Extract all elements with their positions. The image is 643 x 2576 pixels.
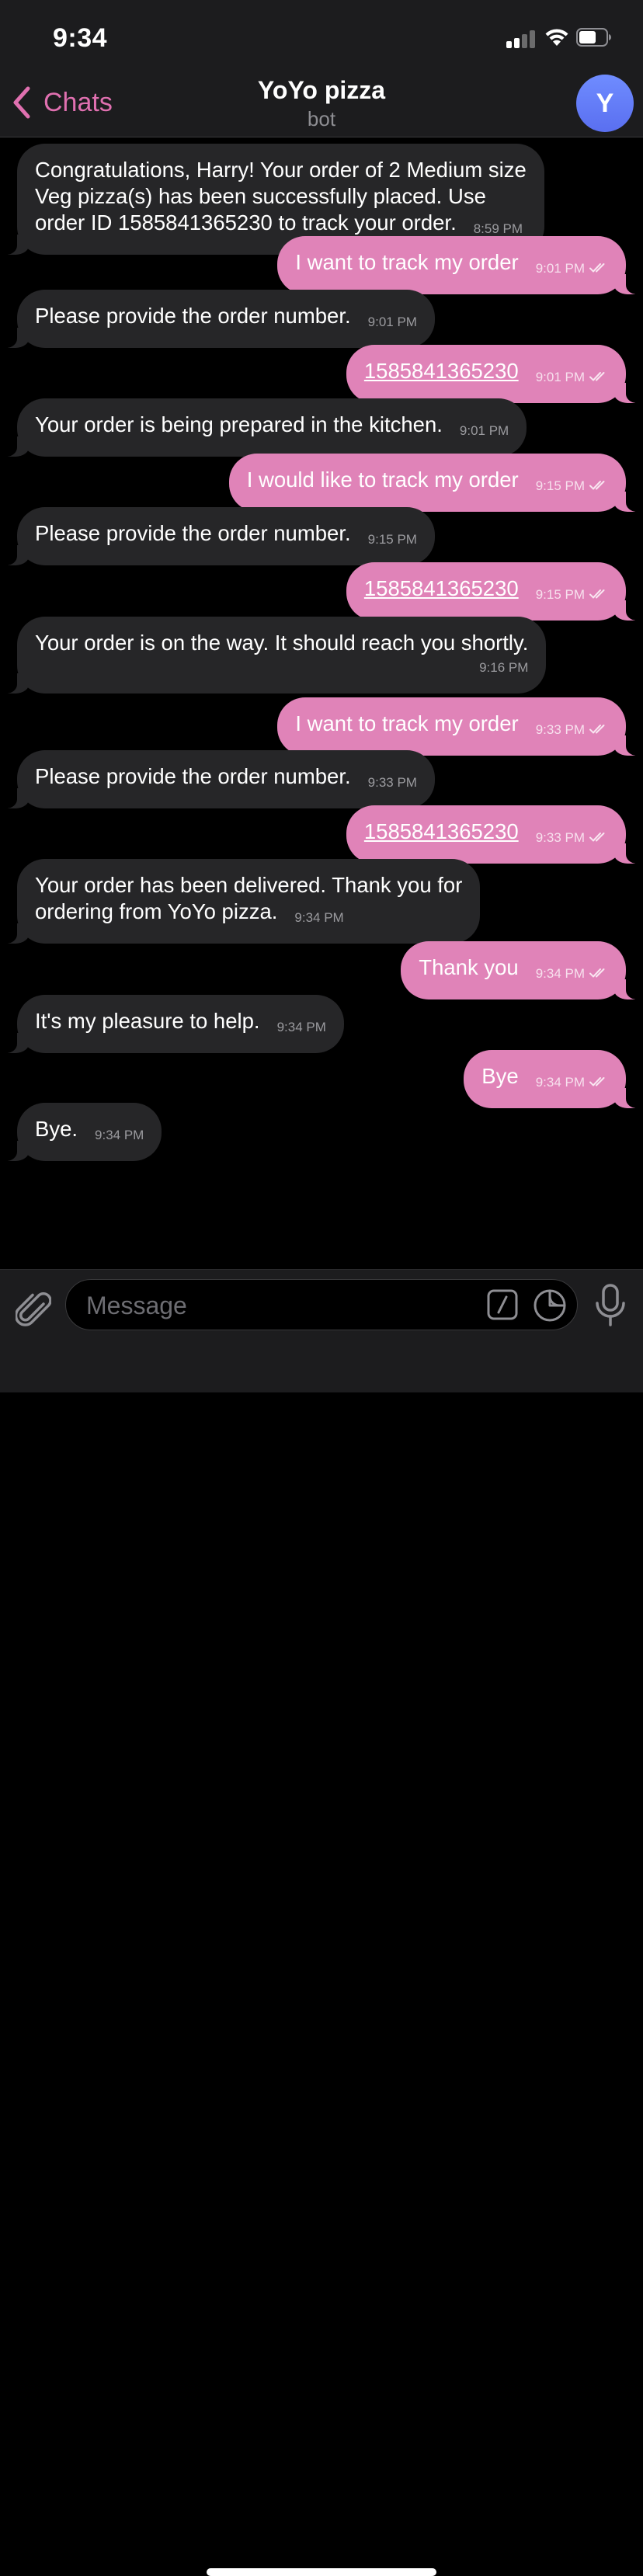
message-time-label: 8:59 PM [473,221,523,236]
message-text: Your order has been delivered. Thank you… [35,873,463,923]
status-bar: 9:34 [0,0,643,68]
incoming-message[interactable]: Please provide the order number. 9:15 PM [0,507,435,565]
message-time: 9:01 PM [536,364,608,391]
composer-bar [0,1269,643,2576]
incoming-message[interactable]: Your order has been delivered. Thank you… [0,859,481,944]
message-time-label: 9:34 PM [294,910,344,925]
message-text: Please provide the order number. [35,521,351,545]
bot-command-icon[interactable] [487,1289,518,1320]
message-field[interactable] [65,1279,578,1330]
outgoing-message[interactable]: 1585841365230 9:33 PM [346,805,643,864]
message-text: I want to track my order [295,711,519,735]
double-check-icon [589,589,605,599]
outgoing-message[interactable]: I would like to track my order 9:15 PM [228,454,643,512]
order-id-link[interactable]: 1585841365230 [364,819,519,843]
message-text: Congratulations, Harry! Your order of 2 … [35,158,527,235]
message-time-label: 9:33 PM [367,775,417,790]
message-time-label: 9:34 PM [535,1075,585,1090]
incoming-message[interactable]: Bye. 9:34 PM [0,1103,162,1161]
message-time: 9:33 PM [536,825,608,851]
paperclip-icon[interactable] [16,1288,51,1330]
double-check-icon [589,725,605,734]
avatar-letter: Y [596,88,614,118]
sticker-icon[interactable] [534,1289,566,1322]
double-check-icon [589,481,605,490]
message-time: 9:34 PM [536,961,608,987]
message-time-label: 9:16 PM [479,660,529,675]
outgoing-message[interactable]: Thank you 9:34 PM [401,941,643,999]
avatar[interactable]: Y [576,75,634,132]
message-text: I want to track my order [295,250,519,274]
message-time: 9:34 PM [95,1122,144,1149]
status-time: 9:34 [53,23,108,53]
outgoing-message[interactable]: 1585841365230 9:15 PM [346,562,643,621]
message-text: Please provide the order number. [35,764,351,788]
incoming-message[interactable]: Please provide the order number. 9:01 PM [0,290,435,348]
message-time: 9:15 PM [536,473,608,499]
message-time-label: 9:15 PM [535,478,585,493]
message-time: 9:15 PM [536,582,608,608]
message-time: 9:34 PM [536,1069,608,1096]
message-time: 9:15 PM [368,527,417,553]
order-id-link[interactable]: 1585841365230 [364,576,519,600]
incoming-message[interactable]: Your order is being prepared in the kitc… [0,398,527,457]
message-time-label: 9:01 PM [459,423,509,438]
incoming-message[interactable]: It's my pleasure to help. 9:34 PM [0,995,344,1053]
message-time: 9:01 PM [536,256,608,282]
chat-title[interactable]: YoYo pizza [0,76,643,105]
message-time-label: 9:15 PM [535,587,585,602]
double-check-icon [589,968,605,978]
message-text: Please provide the order number. [35,304,351,328]
message-time-label: 9:01 PM [535,261,585,276]
message-time-label: 9:01 PM [367,315,417,329]
order-id-link[interactable]: 1585841365230 [364,359,519,383]
double-check-icon [589,263,605,273]
message-text: Your order is being prepared in the kitc… [35,412,443,436]
message-time-label: 9:33 PM [535,722,585,737]
message-time: 9:01 PM [460,418,509,444]
message-time-label: 9:33 PM [535,830,585,845]
double-check-icon [589,1077,605,1086]
outgoing-message[interactable]: Bye 9:34 PM [464,1050,643,1108]
message-input[interactable] [85,1288,476,1323]
incoming-message[interactable]: Please provide the order number. 9:33 PM [0,750,435,808]
chat-subtitle: bot [307,107,336,130]
message-time: 9:34 PM [277,1014,326,1041]
incoming-message[interactable]: Your order is on the way. It should reac… [0,617,547,694]
message-text: Bye. [35,1117,78,1141]
message-text: Bye [481,1064,519,1088]
message-text: It's my pleasure to help. [35,1009,260,1033]
double-check-icon [589,833,605,842]
outgoing-message[interactable]: I want to track my order 9:01 PM [277,236,643,294]
chat-header: Chats YoYo pizza bot Y [0,68,643,137]
battery-icon [576,28,611,47]
message-time-label: 9:34 PM [95,1128,144,1142]
signal-icon [506,30,537,48]
message-text: Thank you [419,955,519,979]
message-time: 9:01 PM [368,309,417,335]
message-list[interactable]: Congratulations, Harry! Your order of 2 … [0,137,643,1269]
outgoing-message[interactable]: 1585841365230 9:01 PM [346,345,643,403]
message-time: 9:34 PM [294,905,343,931]
wifi-icon [545,29,568,46]
message-time-label: 9:01 PM [535,370,585,384]
message-time: 9:33 PM [368,770,417,796]
outgoing-message[interactable]: I want to track my order 9:33 PM [277,697,643,756]
message-time-label: 9:15 PM [367,532,417,547]
message-time-label: 9:34 PM [535,966,585,981]
message-time: 9:16 PM [35,655,528,681]
message-time: 9:33 PM [536,717,608,743]
double-check-icon [589,372,605,381]
message-text: I would like to track my order [246,468,519,492]
home-indicator [207,2568,436,2576]
message-text: Your order is on the way. It should reac… [35,631,529,655]
message-time-label: 9:34 PM [276,1020,326,1034]
microphone-icon[interactable] [593,1284,627,1327]
